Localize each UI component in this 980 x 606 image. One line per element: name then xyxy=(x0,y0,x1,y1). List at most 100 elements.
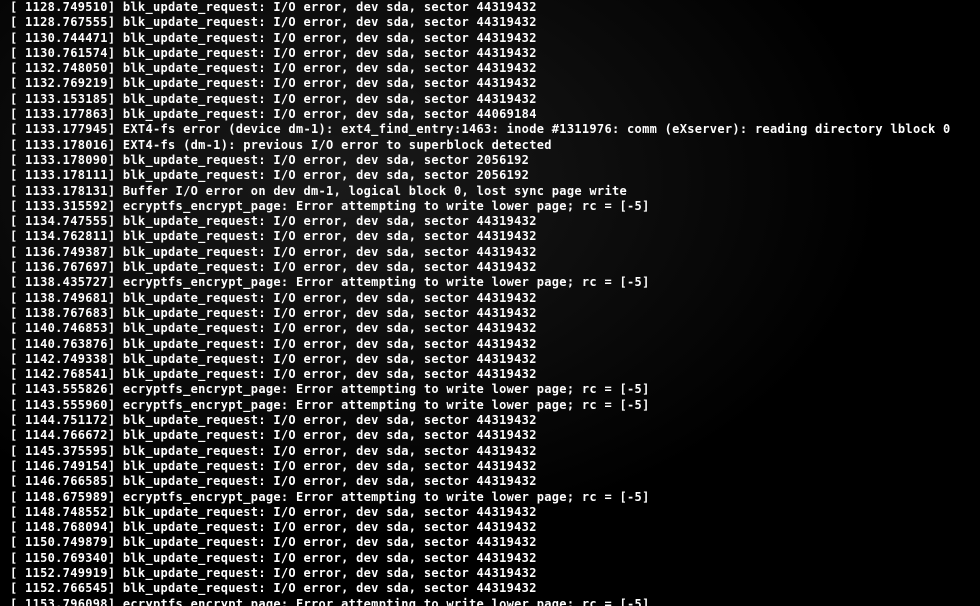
log-line: [ 1142.768541] blk_update_request: I/O e… xyxy=(10,367,970,382)
log-line: [ 1128.749510] blk_update_request: I/O e… xyxy=(10,0,970,15)
log-line: [ 1133.178131] Buffer I/O error on dev d… xyxy=(10,184,970,199)
log-timestamp: [ 1143.555960] xyxy=(10,398,123,412)
log-message: blk_update_request: I/O error, dev sda, … xyxy=(123,321,537,335)
log-timestamp: [ 1146.749154] xyxy=(10,459,123,473)
log-line: [ 1148.675989] ecryptfs_encrypt_page: Er… xyxy=(10,490,970,505)
log-timestamp: [ 1133.178111] xyxy=(10,168,123,182)
log-line: [ 1134.762811] blk_update_request: I/O e… xyxy=(10,229,970,244)
log-message: Buffer I/O error on dev dm-1, logical bl… xyxy=(123,184,627,198)
log-message: blk_update_request: I/O error, dev sda, … xyxy=(123,551,537,565)
log-timestamp: [ 1153.796098] xyxy=(10,597,123,606)
log-line: [ 1144.766672] blk_update_request: I/O e… xyxy=(10,428,970,443)
log-timestamp: [ 1133.178131] xyxy=(10,184,123,198)
log-message: blk_update_request: I/O error, dev sda, … xyxy=(123,229,537,243)
log-message: blk_update_request: I/O error, dev sda, … xyxy=(123,337,537,351)
log-message: blk_update_request: I/O error, dev sda, … xyxy=(123,306,537,320)
log-timestamp: [ 1136.767697] xyxy=(10,260,123,274)
log-timestamp: [ 1138.435727] xyxy=(10,275,123,289)
log-line: [ 1140.763876] blk_update_request: I/O e… xyxy=(10,337,970,352)
log-message: blk_update_request: I/O error, dev sda, … xyxy=(123,566,537,580)
log-timestamp: [ 1146.766585] xyxy=(10,474,123,488)
log-message: blk_update_request: I/O error, dev sda, … xyxy=(123,92,537,106)
log-message: ecryptfs_encrypt_page: Error attempting … xyxy=(123,597,650,606)
log-line: [ 1142.749338] blk_update_request: I/O e… xyxy=(10,352,970,367)
log-message: blk_update_request: I/O error, dev sda, … xyxy=(123,260,537,274)
log-line: [ 1133.178016] EXT4-fs (dm-1): previous … xyxy=(10,138,970,153)
log-timestamp: [ 1128.767555] xyxy=(10,15,123,29)
kernel-console: [ 1128.749510] blk_update_request: I/O e… xyxy=(0,0,980,606)
log-timestamp: [ 1132.748050] xyxy=(10,61,123,75)
log-line: [ 1148.748552] blk_update_request: I/O e… xyxy=(10,505,970,520)
log-line: [ 1133.177945] EXT4-fs error (device dm-… xyxy=(10,122,970,137)
log-timestamp: [ 1140.746853] xyxy=(10,321,123,335)
log-line: [ 1136.749387] blk_update_request: I/O e… xyxy=(10,245,970,260)
log-timestamp: [ 1144.751172] xyxy=(10,413,123,427)
log-line: [ 1150.769340] blk_update_request: I/O e… xyxy=(10,551,970,566)
log-message: blk_update_request: I/O error, dev sda, … xyxy=(123,413,537,427)
log-timestamp: [ 1133.178090] xyxy=(10,153,123,167)
log-message: ecryptfs_encrypt_page: Error attempting … xyxy=(123,490,650,504)
log-line: [ 1145.375595] blk_update_request: I/O e… xyxy=(10,444,970,459)
log-line: [ 1132.769219] blk_update_request: I/O e… xyxy=(10,76,970,91)
log-message: ecryptfs_encrypt_page: Error attempting … xyxy=(123,398,650,412)
log-timestamp: [ 1128.749510] xyxy=(10,0,123,14)
log-timestamp: [ 1152.766545] xyxy=(10,581,123,595)
log-message: blk_update_request: I/O error, dev sda, … xyxy=(123,61,537,75)
log-line: [ 1128.767555] blk_update_request: I/O e… xyxy=(10,15,970,30)
log-line: [ 1130.744471] blk_update_request: I/O e… xyxy=(10,31,970,46)
log-line: [ 1153.796098] ecryptfs_encrypt_page: Er… xyxy=(10,597,970,606)
log-line: [ 1152.766545] blk_update_request: I/O e… xyxy=(10,581,970,596)
log-line: [ 1138.435727] ecryptfs_encrypt_page: Er… xyxy=(10,275,970,290)
log-message: ecryptfs_encrypt_page: Error attempting … xyxy=(123,275,650,289)
log-message: EXT4-fs (dm-1): previous I/O error to su… xyxy=(123,138,552,152)
log-message: blk_update_request: I/O error, dev sda, … xyxy=(123,168,529,182)
log-line: [ 1130.761574] blk_update_request: I/O e… xyxy=(10,46,970,61)
log-message: blk_update_request: I/O error, dev sda, … xyxy=(123,107,537,121)
log-line: [ 1133.315592] ecryptfs_encrypt_page: Er… xyxy=(10,199,970,214)
log-line: [ 1144.751172] blk_update_request: I/O e… xyxy=(10,413,970,428)
log-line: [ 1134.747555] blk_update_request: I/O e… xyxy=(10,214,970,229)
log-timestamp: [ 1132.769219] xyxy=(10,76,123,90)
log-message: blk_update_request: I/O error, dev sda, … xyxy=(123,31,537,45)
log-line: [ 1148.768094] blk_update_request: I/O e… xyxy=(10,520,970,535)
log-timestamp: [ 1148.748552] xyxy=(10,505,123,519)
log-line: [ 1146.749154] blk_update_request: I/O e… xyxy=(10,459,970,474)
log-message: ecryptfs_encrypt_page: Error attempting … xyxy=(123,199,650,213)
log-line: [ 1132.748050] blk_update_request: I/O e… xyxy=(10,61,970,76)
log-message: blk_update_request: I/O error, dev sda, … xyxy=(123,214,537,228)
log-timestamp: [ 1140.763876] xyxy=(10,337,123,351)
log-message: blk_update_request: I/O error, dev sda, … xyxy=(123,153,529,167)
log-message: blk_update_request: I/O error, dev sda, … xyxy=(123,46,537,60)
log-message: blk_update_request: I/O error, dev sda, … xyxy=(123,474,537,488)
log-timestamp: [ 1144.766672] xyxy=(10,428,123,442)
log-message: blk_update_request: I/O error, dev sda, … xyxy=(123,428,537,442)
log-message: blk_update_request: I/O error, dev sda, … xyxy=(123,76,537,90)
log-line: [ 1133.153185] blk_update_request: I/O e… xyxy=(10,92,970,107)
log-timestamp: [ 1152.749919] xyxy=(10,566,123,580)
log-line: [ 1140.746853] blk_update_request: I/O e… xyxy=(10,321,970,336)
log-message: blk_update_request: I/O error, dev sda, … xyxy=(123,535,537,549)
log-message: blk_update_request: I/O error, dev sda, … xyxy=(123,459,537,473)
log-timestamp: [ 1136.749387] xyxy=(10,245,123,259)
log-line: [ 1133.178111] blk_update_request: I/O e… xyxy=(10,168,970,183)
log-line: [ 1143.555826] ecryptfs_encrypt_page: Er… xyxy=(10,382,970,397)
log-timestamp: [ 1133.315592] xyxy=(10,199,123,213)
log-line: [ 1150.749879] blk_update_request: I/O e… xyxy=(10,535,970,550)
log-timestamp: [ 1145.375595] xyxy=(10,444,123,458)
log-timestamp: [ 1130.744471] xyxy=(10,31,123,45)
log-message: blk_update_request: I/O error, dev sda, … xyxy=(123,505,537,519)
log-timestamp: [ 1142.749338] xyxy=(10,352,123,366)
log-message: blk_update_request: I/O error, dev sda, … xyxy=(123,291,537,305)
log-line: [ 1143.555960] ecryptfs_encrypt_page: Er… xyxy=(10,398,970,413)
log-message: blk_update_request: I/O error, dev sda, … xyxy=(123,520,537,534)
log-timestamp: [ 1134.762811] xyxy=(10,229,123,243)
log-message: EXT4-fs error (device dm-1): ext4_find_e… xyxy=(123,122,951,136)
log-line: [ 1152.749919] blk_update_request: I/O e… xyxy=(10,566,970,581)
log-timestamp: [ 1138.749681] xyxy=(10,291,123,305)
log-timestamp: [ 1143.555826] xyxy=(10,382,123,396)
log-message: blk_update_request: I/O error, dev sda, … xyxy=(123,245,537,259)
log-timestamp: [ 1148.675989] xyxy=(10,490,123,504)
log-line: [ 1136.767697] blk_update_request: I/O e… xyxy=(10,260,970,275)
log-timestamp: [ 1133.177863] xyxy=(10,107,123,121)
log-timestamp: [ 1130.761574] xyxy=(10,46,123,60)
